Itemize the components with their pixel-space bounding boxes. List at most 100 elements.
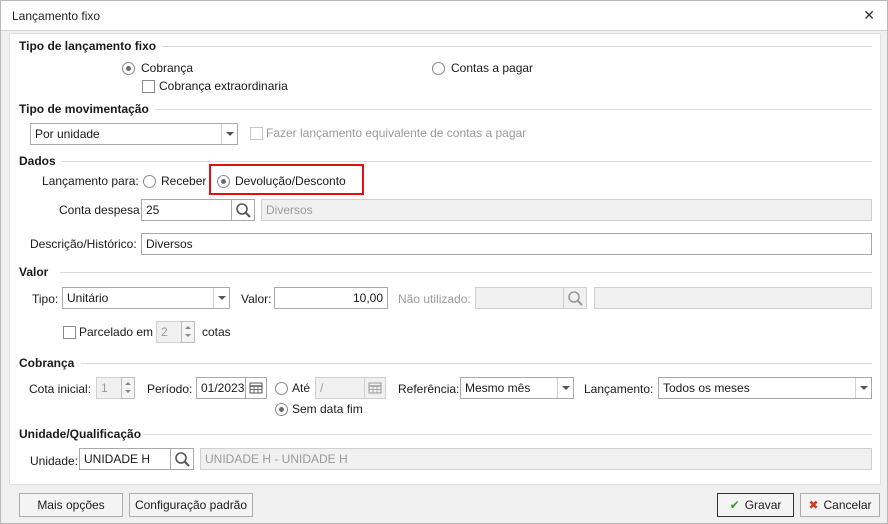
valor-label: Valor: xyxy=(241,292,272,306)
section-title-cobranca: Cobrança xyxy=(19,356,75,370)
configuracao-padrao-label: Configuração padrão xyxy=(134,498,248,512)
referencia-label: Referência: xyxy=(398,382,460,396)
checkbox-equivalente[interactable] xyxy=(250,127,263,140)
ate-value: / xyxy=(320,381,324,395)
valor-value: 10,00 xyxy=(352,291,383,305)
checkmark-icon: ✔ xyxy=(729,498,740,512)
unidade-description: UNIDADE H - UNIDADE H xyxy=(200,448,872,470)
descricao-input[interactable]: Diversos xyxy=(141,233,872,255)
radio-contas-pagar-label: Contas a pagar xyxy=(451,61,534,75)
conta-despesa-input[interactable]: 25 xyxy=(141,199,232,221)
lancamento-select[interactable]: Todos os meses xyxy=(658,377,872,399)
periodo-input[interactable]: 01/2023 xyxy=(196,377,246,399)
radio-devolucao[interactable] xyxy=(217,175,230,188)
section-divider xyxy=(155,109,872,110)
unidade-value: UNIDADE H xyxy=(84,452,151,466)
tipo-select[interactable]: Unitário xyxy=(62,287,230,309)
radio-cobranca[interactable] xyxy=(122,62,135,75)
descricao-value: Diversos xyxy=(146,237,193,251)
calendar-button-disabled xyxy=(364,377,386,399)
close-icon[interactable]: ✕ xyxy=(863,7,875,24)
calendar-icon xyxy=(368,382,382,394)
periodo-label: Período: xyxy=(147,382,193,396)
descricao-label: Descrição/Histórico: xyxy=(30,237,137,251)
cota-inicial-label: Cota inicial: xyxy=(29,382,92,396)
dialog-window: Lançamento fixo ✕ Tipo de lançamento fix… xyxy=(0,0,888,524)
cancelar-label: Cancelar xyxy=(823,498,872,512)
cota-inicial-input[interactable]: 1 xyxy=(96,377,122,399)
window-title: Lançamento fixo xyxy=(12,9,101,23)
cota-inicial-stepper[interactable] xyxy=(121,377,135,399)
ate-input: / xyxy=(315,377,365,399)
search-icon xyxy=(236,203,251,218)
conta-despesa-label: Conta despesa: xyxy=(59,203,144,217)
section-divider xyxy=(62,161,872,162)
cancelar-button[interactable]: ✖ Cancelar xyxy=(800,493,880,517)
sem-data-fim-label: Sem data fim xyxy=(292,402,363,416)
chevron-down-icon[interactable] xyxy=(557,378,573,398)
search-button[interactable] xyxy=(231,199,255,221)
lancamento-para-label: Lançamento para: xyxy=(42,174,139,188)
chevron-down-icon[interactable] xyxy=(221,124,237,144)
mais-opcoes-label: Mais opções xyxy=(37,498,105,512)
calendar-icon xyxy=(249,382,263,394)
gravar-label: Gravar xyxy=(744,498,782,512)
section-title-tipo-lancamento: Tipo de lançamento fixo xyxy=(19,39,157,53)
search-icon xyxy=(175,452,190,467)
conta-despesa-description: Diversos xyxy=(261,199,872,221)
form-panel: Tipo de lançamento fixo Cobrança Contas … xyxy=(9,33,881,485)
gravar-button[interactable]: ✔ Gravar xyxy=(717,493,794,517)
periodo-value: 01/2023 xyxy=(201,381,245,395)
mais-opcoes-button[interactable]: Mais opções xyxy=(19,493,123,517)
checkbox-parcelado[interactable] xyxy=(63,326,76,339)
conta-despesa-value: 25 xyxy=(146,203,160,217)
configuracao-padrao-button[interactable]: Configuração padrão xyxy=(129,493,253,517)
search-button-disabled xyxy=(563,287,587,309)
section-divider xyxy=(162,46,872,47)
unidade-input[interactable]: UNIDADE H xyxy=(79,448,171,470)
cota-inicial-value: 1 xyxy=(101,381,108,395)
radio-cobranca-label: Cobrança xyxy=(141,61,194,75)
radio-receber-label: Receber xyxy=(161,174,207,188)
section-title-valor: Valor xyxy=(19,265,49,279)
parcelas-value: 2 xyxy=(161,325,168,339)
radio-ate[interactable] xyxy=(275,382,288,395)
ate-label: Até xyxy=(292,381,311,395)
movimentacao-select-value: Por unidade xyxy=(35,127,100,141)
radio-devolucao-label: Devolução/Desconto xyxy=(235,174,346,188)
radio-contas-pagar[interactable] xyxy=(432,62,445,75)
radio-receber[interactable] xyxy=(143,175,156,188)
radio-sem-data-fim[interactable] xyxy=(275,403,288,416)
calendar-button[interactable] xyxy=(245,377,267,399)
section-title-movimentacao: Tipo de movimentação xyxy=(19,102,149,116)
close-icon: ✖ xyxy=(808,498,819,512)
search-icon xyxy=(568,291,583,306)
parcelado-label: Parcelado em xyxy=(79,325,154,339)
parcelas-stepper[interactable] xyxy=(181,321,195,343)
valor-input[interactable]: 10,00 xyxy=(274,287,388,309)
lancamento-select-value: Todos os meses xyxy=(663,381,750,395)
lancamento-label: Lançamento: xyxy=(584,382,654,396)
movimentacao-select[interactable]: Por unidade xyxy=(30,123,238,145)
section-divider xyxy=(81,363,872,364)
cotas-label: cotas xyxy=(202,325,231,339)
nao-utilizado-label: Não utilizado: xyxy=(398,292,471,306)
title-bar: Lançamento fixo ✕ xyxy=(1,1,887,31)
chevron-down-icon[interactable] xyxy=(855,378,871,398)
checkbox-cobranca-extra-label: Cobrança extraordinaria xyxy=(159,79,288,93)
search-button[interactable] xyxy=(170,448,194,470)
section-title-dados: Dados xyxy=(19,154,56,168)
unidade-desc-value: UNIDADE H - UNIDADE H xyxy=(205,452,348,466)
parcelas-input[interactable]: 2 xyxy=(156,321,182,343)
referencia-select-value: Mesmo mês xyxy=(465,381,531,395)
checkbox-cobranca-extra[interactable] xyxy=(142,80,155,93)
tipo-label: Tipo: xyxy=(32,292,59,306)
chevron-down-icon[interactable] xyxy=(213,288,229,308)
section-divider xyxy=(143,434,872,435)
checkbox-equivalente-label: Fazer lançamento equivalente de contas a… xyxy=(266,126,527,140)
nao-utilizado-description xyxy=(594,287,872,309)
section-title-unidade: Unidade/Qualificação xyxy=(19,427,142,441)
conta-despesa-desc-value: Diversos xyxy=(266,203,313,217)
section-divider xyxy=(60,272,872,273)
nao-utilizado-input xyxy=(475,287,564,309)
